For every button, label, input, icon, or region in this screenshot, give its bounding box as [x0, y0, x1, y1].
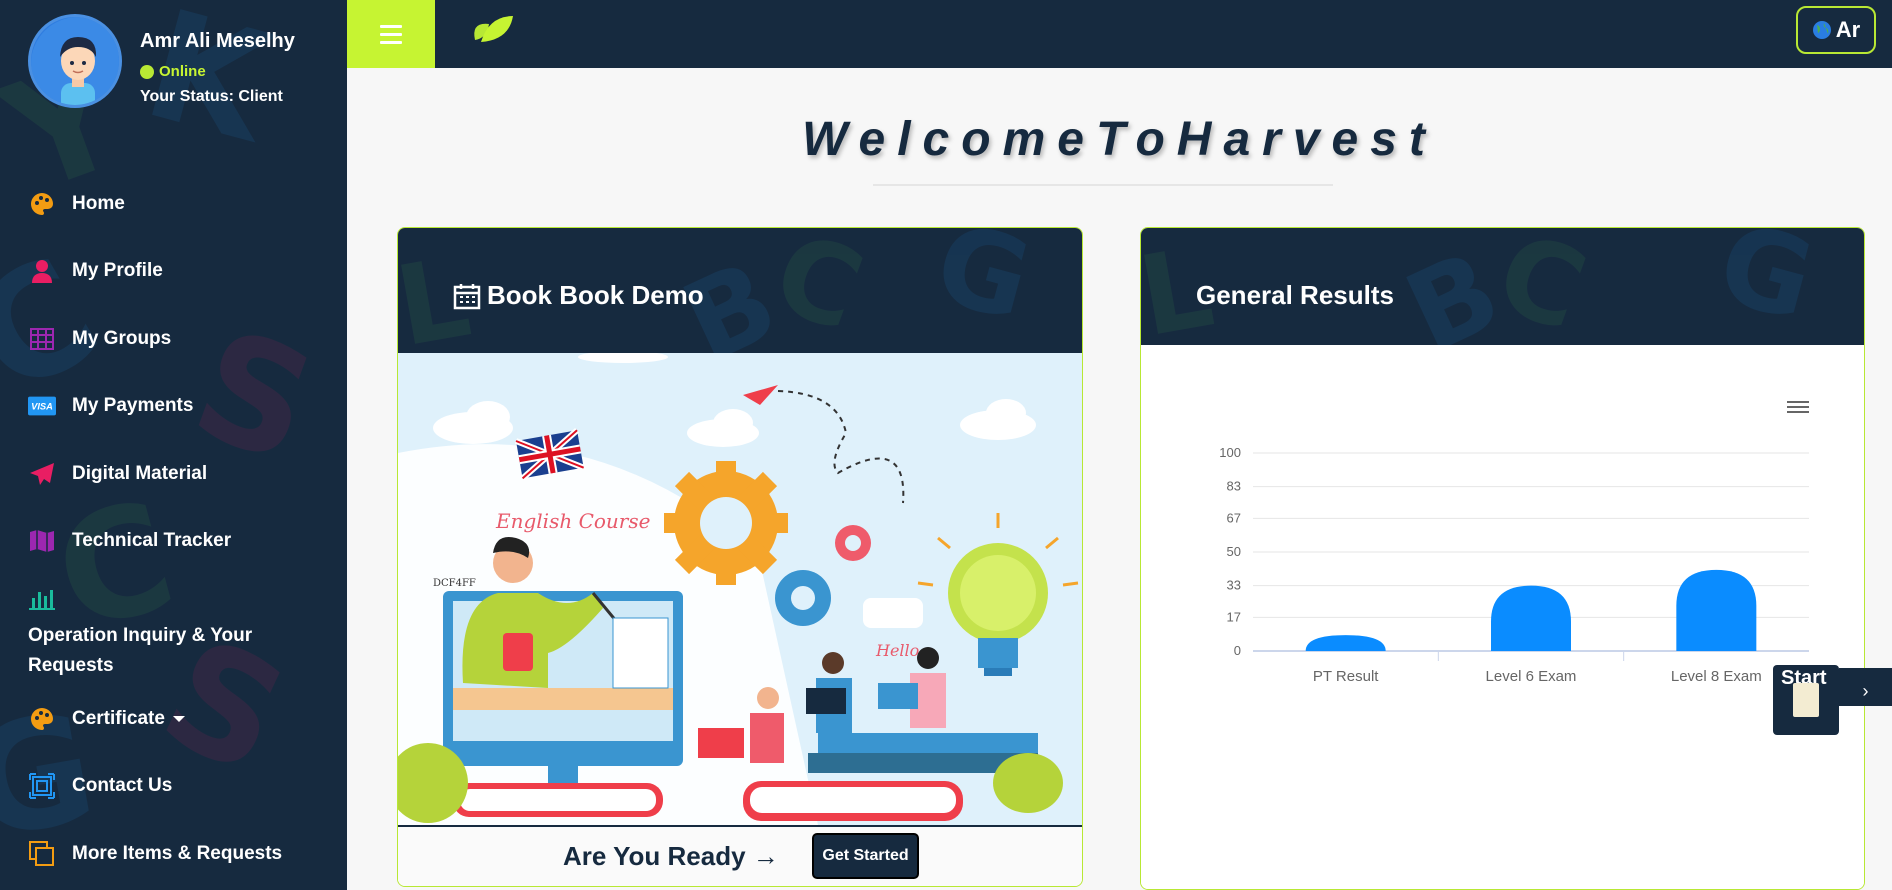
sidebar-item-operation-inquiry[interactable]: Operation Inquiry & Your Requests [28, 575, 328, 685]
user-icon [28, 257, 56, 285]
sidebar-item-digital-material[interactable]: Digital Material [28, 440, 328, 508]
sidebar-item-label: My Groups [72, 327, 172, 349]
bar [1305, 635, 1386, 651]
are-you-ready-text: Are You Ready → [563, 841, 779, 871]
sidebar-item-contact-us[interactable]: Contact Us [28, 753, 328, 821]
sidebar-item-more-items[interactable]: More Items & Requests [28, 820, 328, 888]
bar-chart-icon [28, 585, 56, 613]
sidebar-item-my-profile[interactable]: My Profile [28, 238, 328, 306]
y-tick-label: 100 [1219, 445, 1241, 460]
sidebar-item-label: Contact Us [72, 775, 173, 797]
user-name: Amr Ali Meselhy [140, 30, 295, 52]
user-profile: Amr Ali Meselhy Online Your Status: Clie… [28, 14, 295, 108]
sidebar-item-label: Digital Material [72, 462, 208, 484]
sidebar-nav: Home My Profile My Groups VISA My Paymen… [28, 170, 328, 888]
hello-text: Hello [875, 641, 919, 660]
x-tick-label: Level 8 Exam [1671, 668, 1762, 685]
sidebar-item-label: My Payments [72, 395, 194, 417]
page-title: WelcomeToHarvest [802, 113, 1437, 166]
avatar[interactable] [28, 14, 122, 108]
bar-chart: 0 17 33 50 67 83 100 PT Result Level 6 Exam Level… [1219, 445, 1809, 685]
user-status: Your Status: Client [140, 88, 283, 105]
note-icon [1793, 683, 1819, 717]
card-title: Book Book Demo [487, 280, 704, 310]
card-header: C B G L Book Book Demo [398, 228, 1082, 353]
y-tick-label: 67 [1227, 510, 1241, 525]
sidebar-item-technical-tracker[interactable]: Technical Tracker [28, 508, 328, 576]
globe-icon [1812, 21, 1831, 39]
copy-icon [28, 840, 56, 868]
language-label: Ar [1835, 17, 1861, 42]
sidebar-item-label: Operation Inquiry & Your Requests [28, 625, 253, 676]
table-icon [28, 325, 56, 353]
avatar-icon [31, 17, 119, 105]
map-icon [28, 527, 56, 555]
start-widget[interactable]: Start [1773, 665, 1839, 735]
y-tick-label: 50 [1227, 544, 1241, 559]
y-tick-label: 17 [1227, 609, 1241, 624]
y-tick-label: 0 [1234, 643, 1241, 658]
menu-toggle-button[interactable] [347, 0, 435, 68]
svg-text:VISA: VISA [31, 402, 53, 412]
sidebar-item-certificate[interactable]: Certificate [28, 685, 328, 753]
title-underline [873, 184, 1333, 186]
book-demo-card: C B G L Book Book Demo English Course DC… [397, 227, 1083, 887]
top-bar: Ar [347, 0, 1892, 68]
sidebar-item-label: Home [72, 192, 125, 214]
visa-card-icon: VISA [28, 392, 56, 420]
palette-icon [28, 705, 56, 733]
sidebar-item-label: More Items & Requests [72, 842, 283, 864]
x-tick-label: PT Result [1313, 668, 1379, 685]
general-results-card: C B G L General Results 0 17 33 50 67 83 100 PT… [1140, 227, 1865, 890]
sidebar-item-home[interactable]: Home [28, 170, 328, 238]
card-title: General Results [1196, 280, 1394, 310]
dcf4ff-text: DCF4FF [433, 578, 476, 589]
sidebar-item-my-groups[interactable]: My Groups [28, 305, 328, 373]
y-tick-label: 33 [1227, 578, 1241, 593]
card-footer: Are You Ready → Get Started [398, 825, 1082, 886]
sidebar-item-label: Certificate [72, 707, 165, 729]
hamburger-icon [380, 24, 402, 28]
leaf-logo-icon[interactable] [469, 12, 515, 51]
card-header: C B G L General Results [1141, 228, 1864, 345]
sidebar-item-label: My Profile [72, 260, 163, 282]
sidebar-item-my-payments[interactable]: VISA My Payments [28, 373, 328, 441]
bar [1676, 569, 1757, 651]
english-course-text: English Course [495, 509, 650, 533]
get-started-button[interactable]: Get Started [812, 833, 919, 879]
bar [1491, 585, 1571, 651]
start-expand-button[interactable]: › [1839, 668, 1892, 706]
palette-icon [28, 190, 56, 218]
paper-plane-icon [28, 460, 56, 488]
online-label: Online [159, 63, 206, 80]
chevron-down-icon [172, 715, 185, 722]
english-course-illustration: English Course DCF4FF Hello [398, 351, 1082, 825]
sidebar-item-label: Technical Tracker [72, 530, 232, 552]
frame-icon [28, 772, 56, 800]
x-tick-label: Level 6 Exam [1486, 668, 1577, 685]
online-status: Online [140, 63, 295, 80]
sidebar: Y K C S C S G Amr Ali Meselhy Online You… [0, 0, 347, 890]
calendar-icon [453, 283, 481, 309]
online-dot-icon [140, 64, 154, 79]
results-chart: 0 17 33 50 67 83 100 PT Result Level 6 Exam Level… [1141, 345, 1864, 889]
y-tick-label: 83 [1227, 479, 1241, 494]
language-switch-button[interactable]: Ar [1796, 6, 1876, 54]
